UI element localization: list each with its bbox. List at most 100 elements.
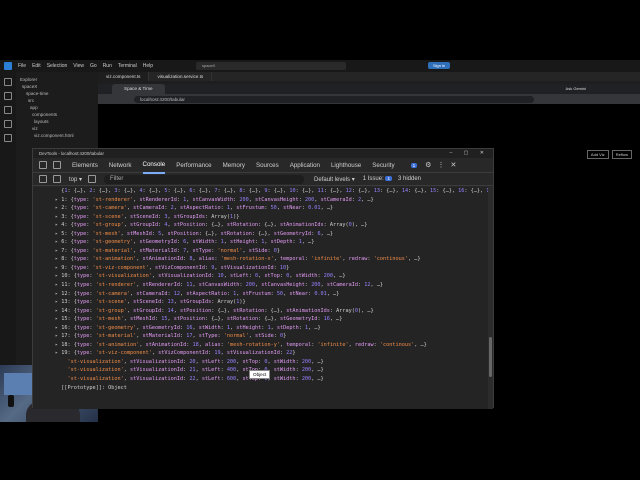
side-buttons: Add Viz Reflow <box>585 150 632 159</box>
tooltip: Object <box>249 370 271 379</box>
menu-run[interactable]: Run <box>103 63 112 69</box>
menu-view[interactable]: View <box>73 63 84 69</box>
messages-badge[interactable]: 1 <box>410 162 418 168</box>
explorer-item[interactable]: src <box>20 97 98 104</box>
console-line[interactable]: ▸ 5: {type: 'st-mesh', stMeshId: 5, stPo… <box>55 230 493 239</box>
source-control-icon[interactable] <box>4 106 12 114</box>
chrome-tab[interactable]: Space & Time <box>112 84 165 94</box>
menu-file[interactable]: File <box>18 63 26 69</box>
console-line-text: {type: 'st-viz-component', stVizComponen… <box>70 264 290 271</box>
vscode-menubar: File Edit Selection View Go Run Terminal… <box>0 60 640 72</box>
extensions-icon[interactable] <box>4 134 12 142</box>
console-line[interactable]: ▸ 6: {type: 'st-geometry', stGeometryId:… <box>55 238 493 247</box>
console-scrollbar[interactable] <box>488 187 493 409</box>
menu-go[interactable]: Go <box>90 63 97 69</box>
tab-network[interactable]: Network <box>109 158 132 173</box>
console-line[interactable]: ▸ 7: {type: 'st-material', stMaterialId:… <box>55 247 493 256</box>
console-line[interactable]: ▸ 11: {type: 'st-renderer', stRendererId… <box>55 281 493 290</box>
context-selector[interactable]: top ▾ <box>69 176 82 183</box>
clear-console-icon[interactable] <box>53 175 61 183</box>
console-line[interactable]: [[Prototype]]: Object <box>55 384 493 393</box>
tab-memory[interactable]: Memory <box>223 158 245 173</box>
tab-elements[interactable]: Elements <box>72 158 98 173</box>
tab-application[interactable]: Application <box>290 158 320 173</box>
console-line[interactable]: ▸ 14: {type: 'st-group', stGroupId: 14, … <box>55 307 493 316</box>
explorer-item[interactable]: space-time <box>20 90 98 97</box>
eye-icon[interactable] <box>88 175 97 183</box>
console-line[interactable]: ▸ 15: {type: 'st-mesh', stMeshId: 15, st… <box>55 315 493 324</box>
tab-console[interactable]: Console <box>142 157 166 174</box>
more-options-icon[interactable]: ⋮ <box>437 161 444 169</box>
console-line[interactable]: ▸ 12: {type: 'st-camera', stCameraId: 12… <box>55 290 493 299</box>
add-viz-button[interactable]: Add Viz <box>586 150 609 159</box>
search-icon[interactable] <box>4 92 12 100</box>
window-controls[interactable]: – ▢ ✕ <box>450 149 489 158</box>
console-line[interactable]: ▸ 2: {type: 'st-camera', stCameraId: 2, … <box>55 204 493 213</box>
console-line-text: {type: 'st-group', stGroupId: 4, stPosit… <box>70 222 368 229</box>
console-line-index: 16: <box>61 324 74 331</box>
console-line[interactable]: ▸ 9: {type: 'st-viz-component', stVizCom… <box>55 264 493 273</box>
reflow-button[interactable]: Reflow <box>611 150 632 159</box>
console-line[interactable]: ▸ 10: {type: 'st-visualization', stVisua… <box>55 272 493 281</box>
console-line-text: {type: 'st-visualization', stVisualizati… <box>73 273 346 280</box>
console-line-text: {type: 'st-viz-component', stVizComponen… <box>73 350 296 357</box>
console-line[interactable]: ▸ 8: {type: 'st-animation', stAnimationI… <box>55 255 493 264</box>
console-line[interactable]: {1: {…}, 2: {…}, 3: {…}, 4: {…}, 5: {…},… <box>55 187 493 196</box>
tab-sources[interactable]: Sources <box>256 158 279 173</box>
console-line-text: {type: 'st-material', stMaterialId: 7, s… <box>70 247 280 254</box>
address-bar[interactable]: localhost:4200/tabular <box>134 95 534 103</box>
device-toolbar-icon[interactable] <box>53 161 61 169</box>
console-line-text: {type: 'st-renderer', stRendererId: 11, … <box>73 282 384 289</box>
scrollbar-thumb[interactable] <box>489 337 492 377</box>
ask-gemini-button[interactable]: Ask Gemini <box>566 86 586 91</box>
console-line-index: 9: <box>61 264 71 271</box>
console-line[interactable]: ▸ 16: {type: 'st-geometry', stGeometryId… <box>55 324 493 333</box>
gear-icon[interactable]: ⚙ <box>425 161 431 169</box>
log-levels-dropdown[interactable]: Default levels ▾ <box>314 176 355 183</box>
tab-lighthouse[interactable]: Lighthouse <box>331 158 361 173</box>
console-line[interactable]: ▸ 1: {type: 'st-renderer', stRendererId:… <box>55 196 493 205</box>
editor-tab-visualization-service[interactable]: visualization.service.ts <box>149 72 213 81</box>
run-debug-icon[interactable] <box>4 120 12 128</box>
explorer-item[interactable]: viz <box>20 125 98 132</box>
explorer-item[interactable]: viz.component.html <box>20 132 98 139</box>
console-line[interactable]: 'st-visualization', stVisualizationId: 2… <box>55 366 493 375</box>
close-icon[interactable]: ✕ <box>450 161 456 169</box>
inspect-element-icon[interactable] <box>39 161 47 169</box>
console-line-text: 'st-visualization', stVisualizationId: 2… <box>67 367 324 374</box>
console-line-index: 17: <box>61 333 74 340</box>
console-line[interactable]: 'st-visualization', stVisualizationId: 2… <box>55 358 493 367</box>
editor-tab-viz-component[interactable]: viz.component.ts <box>98 72 150 81</box>
console-line[interactable]: ▸ 19: {type: 'st-viz-component', stVizCo… <box>55 349 493 358</box>
console-line[interactable]: ▸ 17: {type: 'st-material', stMaterialId… <box>55 332 493 341</box>
console-line-index: 19: <box>61 350 74 357</box>
menu-edit[interactable]: Edit <box>32 63 41 69</box>
tab-security[interactable]: Security <box>372 158 394 173</box>
tab-performance[interactable]: Performance <box>176 158 211 173</box>
console-line[interactable]: ▸ 4: {type: 'st-group', stGroupId: 4, st… <box>55 221 493 230</box>
console-line[interactable]: ▸ 13: {type: 'st-scene', stSceneId: 13, … <box>55 298 493 307</box>
console-line-index: 15: <box>61 316 74 323</box>
console-line-index: 11: <box>61 282 74 289</box>
files-icon[interactable] <box>4 78 12 86</box>
microphone <box>8 395 14 407</box>
sign-in-button[interactable]: Sign in <box>428 62 451 69</box>
console-line-index: 12: <box>61 290 74 297</box>
menu-terminal[interactable]: Terminal <box>118 63 137 69</box>
console-line-index: 5: <box>61 230 71 237</box>
filter-input[interactable]: Filter <box>104 174 305 184</box>
issues-counter[interactable]: 1 Issue: 1 <box>363 176 392 182</box>
console-line[interactable]: ▸ 18: {type: 'st-animation', stAnimation… <box>55 341 493 350</box>
console-line[interactable]: 'st-visualization', stVisualizationId: 2… <box>55 375 493 384</box>
explorer-item[interactable]: components <box>20 111 98 118</box>
devtools-title: DevTools - localhost:4200/tabular <box>39 151 104 156</box>
explorer-item[interactable]: spaceX <box>20 83 98 90</box>
devtools-window: DevTools - localhost:4200/tabular – ▢ ✕ … <box>32 148 494 409</box>
menu-selection[interactable]: Selection <box>47 63 68 69</box>
menu-help[interactable]: Help <box>143 63 153 69</box>
console-line[interactable]: ▸ 3: {type: 'st-scene', stSceneId: 3, st… <box>55 213 493 222</box>
sidebar-toggle-icon[interactable] <box>39 175 47 183</box>
explorer-item[interactable]: app <box>20 104 98 111</box>
explorer-item[interactable]: layouts <box>20 118 98 125</box>
command-center-search[interactable]: spaceX <box>196 62 346 70</box>
